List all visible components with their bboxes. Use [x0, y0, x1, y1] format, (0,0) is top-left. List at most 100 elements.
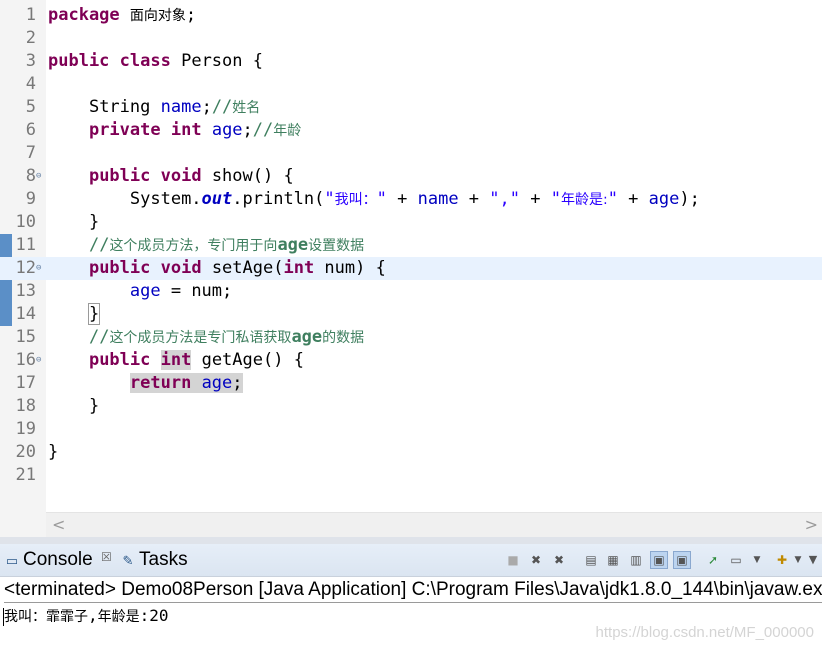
panel-divider[interactable] [0, 537, 822, 544]
method-signature: show() { [201, 166, 294, 186]
matching-brace: } [87, 303, 101, 325]
code-line-16[interactable]: 16 ⊖ public int getAge() { [0, 349, 822, 372]
keyword: private [88, 120, 161, 140]
line-number: 18 [15, 396, 36, 416]
code-line-1[interactable]: 1 package 面向对象; [0, 4, 822, 27]
semicolon: ; [232, 373, 243, 393]
console-output[interactable]: 我叫：霏霏子,年龄是:20 [4, 604, 169, 628]
tasks-icon: ✎ [122, 553, 134, 568]
line-number: 9 [25, 189, 36, 209]
comment: 这个成员方法是专门私语获取 [109, 330, 292, 346]
code-line-11[interactable]: 11 //这个成员方法，专门用于向age设置数据 [0, 234, 822, 257]
line-number: 21 [15, 465, 36, 485]
tab-tasks[interactable]: ✎ Tasks [120, 544, 188, 576]
line-number: 3 [25, 51, 36, 71]
scroll-left-icon[interactable]: < [52, 515, 65, 534]
punctuation: ); [679, 189, 700, 209]
terminate-icon[interactable]: ■ [504, 551, 522, 569]
comment: 这个成员方法，专门用于向 [109, 238, 278, 254]
line-number: 4 [25, 74, 36, 94]
keyword: public [88, 166, 151, 186]
code-line-17[interactable]: 17 return age; [0, 372, 822, 395]
console-icon: ▭ [5, 553, 19, 568]
code-line-7[interactable]: 7 [0, 142, 822, 165]
line-number: 8 [25, 166, 36, 186]
clear-console-icon[interactable]: ▤ [582, 551, 600, 569]
code-line-2[interactable]: 2 [0, 27, 822, 50]
code-line-21[interactable]: 21 [0, 464, 822, 487]
tab-label: Tasks [139, 549, 188, 570]
assignment: = num; [160, 281, 233, 301]
string-literal: 我叫： [334, 192, 377, 208]
remove-launch-icon[interactable]: ✖ [527, 551, 545, 569]
comment: 的数据 [322, 330, 365, 346]
console-tab-bar: ▭ Console ☒ ✎ Tasks ■ ✖ ✖ ▤ ▦ ▥ ▣ ▣ ➚ ▭ ▼ … [0, 544, 822, 577]
display-console-icon[interactable]: ▭ [727, 551, 745, 569]
operator: + [617, 189, 649, 209]
code-line-10[interactable]: 10 } [0, 211, 822, 234]
code-line-20[interactable]: 20} [0, 441, 822, 464]
type-name: String [88, 97, 161, 117]
code-line-18[interactable]: 18 } [0, 395, 822, 418]
field-name: age [201, 373, 233, 393]
pin-console-icon[interactable]: ➚ [704, 551, 722, 569]
code-line-19[interactable]: 19 [0, 418, 822, 441]
keyword: class [119, 51, 171, 71]
keyword: void [160, 166, 202, 186]
code-line-14[interactable]: 14 } [0, 303, 822, 326]
brace: } [88, 212, 100, 232]
close-icon[interactable]: ☒ [101, 550, 112, 564]
output-text: 年龄是 [97, 609, 140, 625]
line-number: 1 [25, 5, 36, 25]
line-number: 6 [25, 120, 36, 140]
line-number: 19 [15, 419, 36, 439]
output-text: , [88, 606, 98, 625]
field-name: name [417, 189, 459, 209]
line-number: 20 [15, 442, 36, 462]
scroll-lock-icon[interactable]: ▦ [604, 551, 622, 569]
code-line-4[interactable]: 4 [0, 73, 822, 96]
code-editor[interactable]: 1 package 面向对象; 2 3 public class Person { … [0, 0, 822, 538]
show-stdout-icon[interactable]: ▣ [650, 551, 668, 569]
code-line-3[interactable]: 3 public class Person { [0, 50, 822, 73]
keyword: int [170, 120, 202, 140]
code-line-8[interactable]: 8 ⊖ public void show() { [0, 165, 822, 188]
operator: + [520, 189, 551, 209]
brace: } [88, 396, 100, 416]
code-line-5[interactable]: 5 String name;//姓名 [0, 96, 822, 119]
comment: age [277, 235, 309, 255]
package-name: 面向对象 [129, 8, 186, 24]
keyword: public [88, 350, 151, 370]
fold-toggle-icon[interactable]: ⊖ [36, 257, 46, 280]
field-name: age [648, 189, 680, 209]
keyword: public [88, 258, 151, 278]
comment: 年龄 [273, 123, 302, 139]
string-quote: " [607, 189, 618, 209]
line-number: 11 [15, 235, 36, 255]
code-line-12[interactable]: 12 ⊖ public void setAge(int num) { [0, 257, 822, 280]
horizontal-scrollbar[interactable]: < > [46, 512, 822, 538]
show-stderr-icon[interactable]: ▣ [673, 551, 691, 569]
method-signature: setAge( [201, 258, 284, 278]
comment-marker: // [88, 235, 110, 255]
code-line-9[interactable]: 9 System.out.println("我叫：" + name + "," … [0, 188, 822, 211]
scroll-right-icon[interactable]: > [805, 515, 818, 534]
field-name: age [211, 120, 243, 140]
code-line-13[interactable]: 13 age = num; [0, 280, 822, 303]
remove-all-launches-icon[interactable]: ✖ [550, 551, 568, 569]
output-text: :20 [139, 606, 169, 625]
keyword: public [48, 51, 110, 71]
line-number: 7 [25, 143, 36, 163]
comment-marker: // [252, 120, 274, 140]
line-number: 5 [25, 97, 36, 117]
keyword: void [160, 258, 202, 278]
fold-toggle-icon[interactable]: ⊖ [36, 165, 46, 188]
code-line-6[interactable]: 6 private int age;//年龄 [0, 119, 822, 142]
view-menu-icon[interactable]: ▼ [804, 551, 822, 569]
word-wrap-icon[interactable]: ▥ [627, 551, 645, 569]
line-number: 12 [15, 258, 36, 278]
tab-console[interactable]: ▭ Console [4, 544, 93, 576]
code-line-15[interactable]: 15 //这个成员方法是专门私语获取age的数据 [0, 326, 822, 349]
fold-toggle-icon[interactable]: ⊖ [36, 349, 46, 372]
chevron-down-icon[interactable]: ▼ [748, 551, 766, 569]
